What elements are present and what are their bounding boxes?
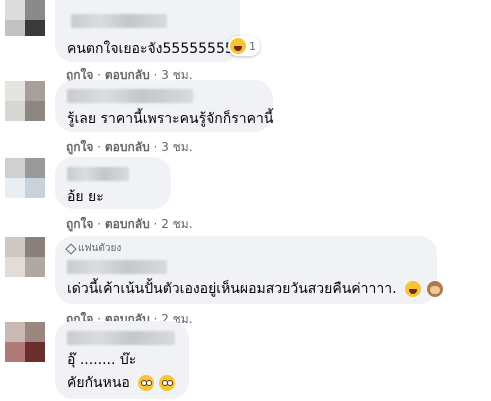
monkey-emoji-icon	[427, 281, 444, 297]
author-name[interactable]	[71, 14, 167, 28]
comment-bubble: รู้เลย ราคานี้เพราะคนรู้จักก็ราคานี้	[55, 80, 273, 132]
comment-actions: ถูกใจ · ตอบกลับ · 3 ชม.	[66, 140, 193, 154]
comment-bubble: อ้ย ยะ	[55, 157, 171, 209]
top-fan-badge: แฟนตัวยง	[65, 242, 425, 255]
comment-actions: ถูกใจ · ตอบกลับ · 2 ชม.	[66, 217, 193, 231]
comment-text: คนตกใจเยอะจัง55555555	[67, 41, 234, 57]
comment-text-line-1: อุ๊ ........ บ๊ะ	[67, 352, 137, 368]
author-name[interactable]	[67, 89, 193, 103]
like-button[interactable]: ถูกใจ	[66, 140, 93, 154]
timestamp[interactable]: 3 ชม.	[161, 140, 192, 154]
flushed-emoji-icon	[138, 375, 155, 391]
author-name[interactable]	[67, 331, 175, 345]
author-name[interactable]	[67, 167, 129, 181]
comment-bubble: แฟนตัวยง เด่วนี้เค้าเน้นปั้นตัวเองอยู่เห…	[55, 236, 444, 304]
reply-button[interactable]: ตอบกลับ	[105, 140, 150, 154]
reply-button[interactable]: ตอบกลับ	[105, 217, 150, 231]
avatar[interactable]	[5, 322, 45, 362]
avatar[interactable]	[5, 81, 45, 121]
comment-bubble: อุ๊ ........ บ๊ะ คัยกันหนอ	[55, 321, 189, 399]
like-button[interactable]: ถูกใจ	[66, 217, 93, 231]
avatar[interactable]	[5, 0, 45, 36]
flushed-emoji-icon	[158, 375, 175, 391]
reaction-count: 1	[249, 39, 256, 53]
diamond-icon	[65, 242, 77, 255]
laughing-emoji-icon	[405, 281, 422, 297]
avatar[interactable]	[5, 237, 45, 277]
timestamp[interactable]: 2 ชม.	[161, 217, 192, 231]
comment-text-line-2: คัยกันหนอ	[67, 374, 177, 393]
comment-bubble: คนตกใจเยอะจัง55555555	[55, 0, 240, 62]
comment-text: เด่วนี้เค้าเน้นปั้นตัวเองอยู่เห็นผอมสวยว…	[67, 280, 444, 299]
comment-text: รู้เลย ราคานี้เพราะคนรู้จักก็ราคานี้	[67, 111, 274, 127]
avatar[interactable]	[5, 158, 45, 198]
haha-emoji-icon	[230, 38, 246, 54]
reaction-summary[interactable]: 1	[228, 36, 260, 56]
author-name[interactable]	[67, 260, 167, 274]
comment-text: อ้ย ยะ	[67, 189, 104, 205]
